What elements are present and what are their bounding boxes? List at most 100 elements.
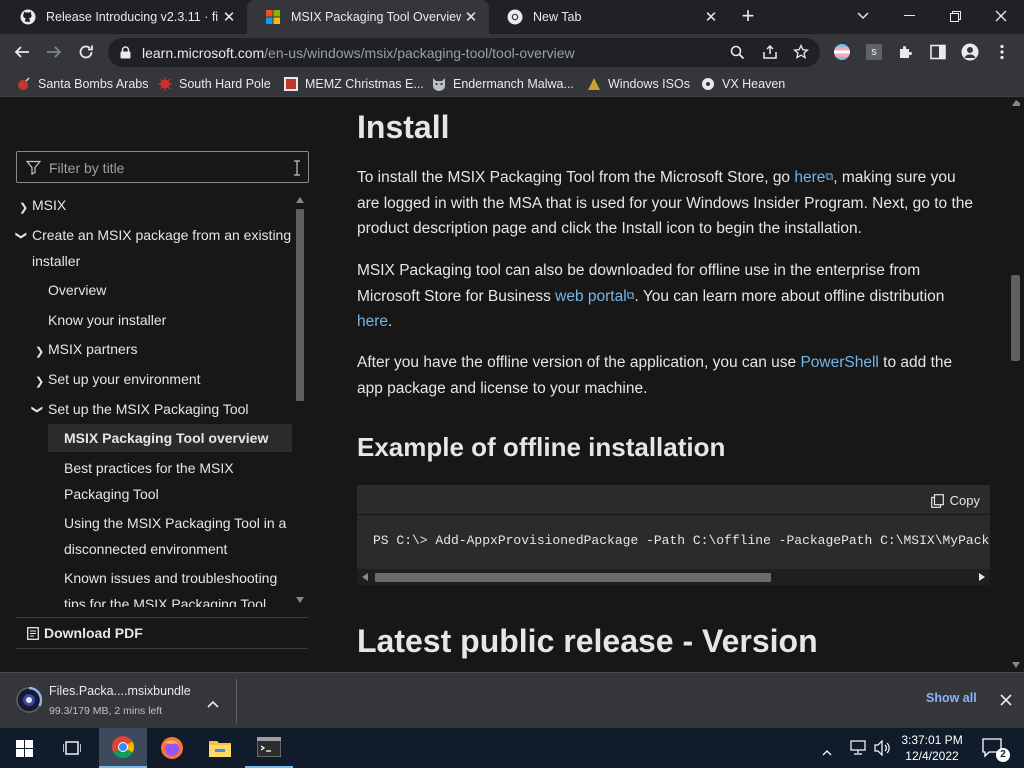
bookmarks-bar: Santa Bombs Arabs South Hard Pole MEMZ C… bbox=[0, 71, 1024, 97]
close-tab-icon[interactable]: ✕ bbox=[701, 7, 721, 27]
toc-item-msix[interactable]: MSIX bbox=[32, 193, 66, 219]
link-web-portal[interactable]: web portal bbox=[555, 288, 627, 305]
show-all-button[interactable]: Show all bbox=[926, 691, 977, 705]
tab-github-release[interactable]: Release Introducing v2.3.11 · files ✕ bbox=[2, 0, 247, 34]
extension-s-icon[interactable]: s bbox=[860, 38, 888, 66]
heading-install: Install bbox=[357, 109, 450, 145]
address-bar[interactable]: learn.microsoft.com/en-us/windows/msix/p… bbox=[108, 38, 820, 67]
bookmark-item[interactable]: South Hard Pole bbox=[157, 75, 271, 93]
extensions-puzzle-icon[interactable] bbox=[892, 38, 920, 66]
network-icon[interactable] bbox=[850, 740, 868, 761]
taskbar-file-explorer-icon[interactable] bbox=[196, 728, 244, 768]
toc-item-overview[interactable]: Overview bbox=[48, 278, 106, 304]
page-scrollbar[interactable] bbox=[1008, 97, 1024, 672]
download-filename[interactable]: Files.Packa....msixbundle bbox=[49, 684, 191, 698]
bookmark-item[interactable]: MEMZ Christmas E... bbox=[283, 75, 424, 93]
bookmark-star-icon[interactable] bbox=[792, 43, 810, 65]
share-icon[interactable] bbox=[762, 44, 778, 65]
code-horizontal-scrollbar[interactable] bbox=[357, 569, 990, 585]
kebab-menu-icon[interactable] bbox=[988, 38, 1016, 66]
taskbar-clock[interactable]: 3:37:01 PM 12/4/2022 bbox=[896, 732, 968, 764]
cat-face-icon bbox=[431, 76, 447, 92]
profile-pride-icon[interactable] bbox=[828, 38, 856, 66]
filter-funnel-icon bbox=[25, 160, 42, 180]
download-status: 99.3/179 MB, 2 mins left bbox=[49, 705, 163, 717]
chevron-down-icon[interactable]: ❯ bbox=[15, 231, 28, 240]
link-here[interactable]: here bbox=[794, 169, 825, 186]
minimize-icon[interactable] bbox=[886, 3, 932, 29]
chevron-right-icon[interactable]: ❯ bbox=[35, 375, 44, 388]
taskbar-terminal-icon[interactable] bbox=[245, 728, 293, 768]
toc-item-disconnected[interactable]: Using the MSIX Packaging Tool in a disco… bbox=[64, 511, 289, 562]
toc-scrollbar-thumb[interactable] bbox=[296, 209, 304, 401]
toc-item-know-installer[interactable]: Know your installer bbox=[48, 308, 166, 334]
reload-icon[interactable] bbox=[72, 38, 100, 66]
external-link-icon: ⧉ bbox=[626, 289, 635, 302]
page-scrollbar-thumb[interactable] bbox=[1011, 275, 1020, 361]
code-block-header: Copy bbox=[357, 485, 990, 515]
toc-item-setup-tool[interactable]: Set up the MSIX Packaging Tool bbox=[48, 397, 249, 423]
bookmark-item[interactable]: VX Heaven bbox=[700, 75, 785, 93]
windows-iso-icon bbox=[586, 76, 602, 92]
bookmark-label: MEMZ Christmas E... bbox=[305, 77, 424, 91]
close-download-bar-icon[interactable] bbox=[1000, 693, 1012, 711]
heading-latest-release: Latest public release - Version bbox=[357, 623, 818, 659]
chevron-right-icon[interactable]: ❯ bbox=[19, 201, 28, 214]
toc-item-setup-environment[interactable]: Set up your environment bbox=[48, 367, 201, 393]
account-avatar-icon[interactable] bbox=[956, 38, 984, 66]
forward-arrow-icon[interactable] bbox=[40, 38, 68, 66]
biohazard-icon bbox=[700, 76, 716, 92]
code-text: PS C:\> Add-AppxProvisionedPackage -Path… bbox=[373, 533, 990, 548]
clock-date: 12/4/2022 bbox=[905, 749, 959, 763]
paragraph-offline: MSIX Packaging tool can also be download… bbox=[357, 262, 945, 331]
close-tab-icon[interactable]: ✕ bbox=[219, 7, 239, 27]
bookmark-item[interactable]: Santa Bombs Arabs bbox=[16, 75, 148, 93]
windows-start-icon[interactable] bbox=[0, 728, 48, 768]
download-divider bbox=[236, 679, 237, 723]
chrome-icon bbox=[507, 9, 523, 25]
download-progress-icon[interactable] bbox=[16, 686, 43, 718]
task-view-icon[interactable] bbox=[48, 728, 96, 768]
toc-item-msix-partners[interactable]: MSIX partners bbox=[48, 337, 137, 363]
taskbar-firefox-icon[interactable] bbox=[148, 728, 196, 768]
bookmark-item[interactable]: Endermanch Malwa... bbox=[431, 75, 574, 93]
toc-item-known-issues[interactable]: Known issues and troubleshooting tips fo… bbox=[64, 566, 289, 607]
search-icon[interactable] bbox=[730, 45, 745, 65]
chevron-right-icon[interactable]: ❯ bbox=[35, 345, 44, 358]
filter-placeholder: Filter by title bbox=[49, 160, 125, 176]
toc-item-tool-overview[interactable]: MSIX Packaging Tool overview bbox=[64, 426, 268, 452]
url-host: learn.microsoft.com bbox=[142, 45, 265, 61]
tab-search-chevron-icon[interactable] bbox=[840, 3, 886, 29]
chevron-up-tray-icon[interactable] bbox=[822, 743, 832, 761]
windows-taskbar: 3:37:01 PM 12/4/2022 2 bbox=[0, 728, 1024, 768]
lock-icon[interactable] bbox=[120, 46, 131, 64]
paragraph-powershell: After you have the offline version of th… bbox=[357, 354, 953, 397]
tab-new-tab[interactable]: New Tab ✕ bbox=[489, 0, 729, 34]
code-scrollbar-thumb[interactable] bbox=[375, 573, 771, 582]
new-tab-plus-icon[interactable]: + bbox=[736, 5, 760, 29]
volume-icon[interactable] bbox=[874, 739, 892, 761]
side-panel-icon[interactable] bbox=[924, 38, 952, 66]
back-arrow-icon[interactable] bbox=[8, 38, 36, 66]
toc-item-best-practices[interactable]: Best practices for the MSIX Packaging To… bbox=[64, 456, 284, 507]
chevron-down-icon[interactable]: ❯ bbox=[31, 405, 44, 414]
link-powershell[interactable]: PowerShell bbox=[800, 354, 878, 371]
tab-msix-overview[interactable]: MSIX Packaging Tool Overview - ✕ bbox=[247, 0, 489, 34]
chevron-up-icon[interactable] bbox=[207, 695, 219, 713]
browser-toolbar: learn.microsoft.com/en-us/windows/msix/p… bbox=[0, 34, 1024, 71]
link-offline-here[interactable]: here bbox=[357, 313, 388, 330]
virus-icon bbox=[157, 76, 173, 92]
restore-icon[interactable] bbox=[932, 3, 978, 29]
taskbar-chrome-icon[interactable] bbox=[99, 728, 147, 768]
page-content: Filter by title ❯ MSIX ❯ Create an MSIX … bbox=[0, 97, 1024, 672]
close-window-icon[interactable] bbox=[978, 3, 1024, 29]
paragraph-install: To install the MSIX Packaging Tool from … bbox=[357, 169, 973, 238]
download-pdf-button[interactable]: Download PDF bbox=[16, 617, 308, 649]
close-tab-icon[interactable]: ✕ bbox=[461, 7, 481, 27]
download-pdf-label: Download PDF bbox=[44, 625, 143, 641]
bookmark-item[interactable]: Windows ISOs bbox=[586, 75, 690, 93]
copy-button[interactable]: Copy bbox=[930, 493, 980, 508]
toc-item-create-package[interactable]: Create an MSIX package from an existing … bbox=[32, 223, 292, 274]
filter-input[interactable]: Filter by title bbox=[16, 151, 309, 183]
notification-count-badge: 2 bbox=[996, 748, 1010, 762]
